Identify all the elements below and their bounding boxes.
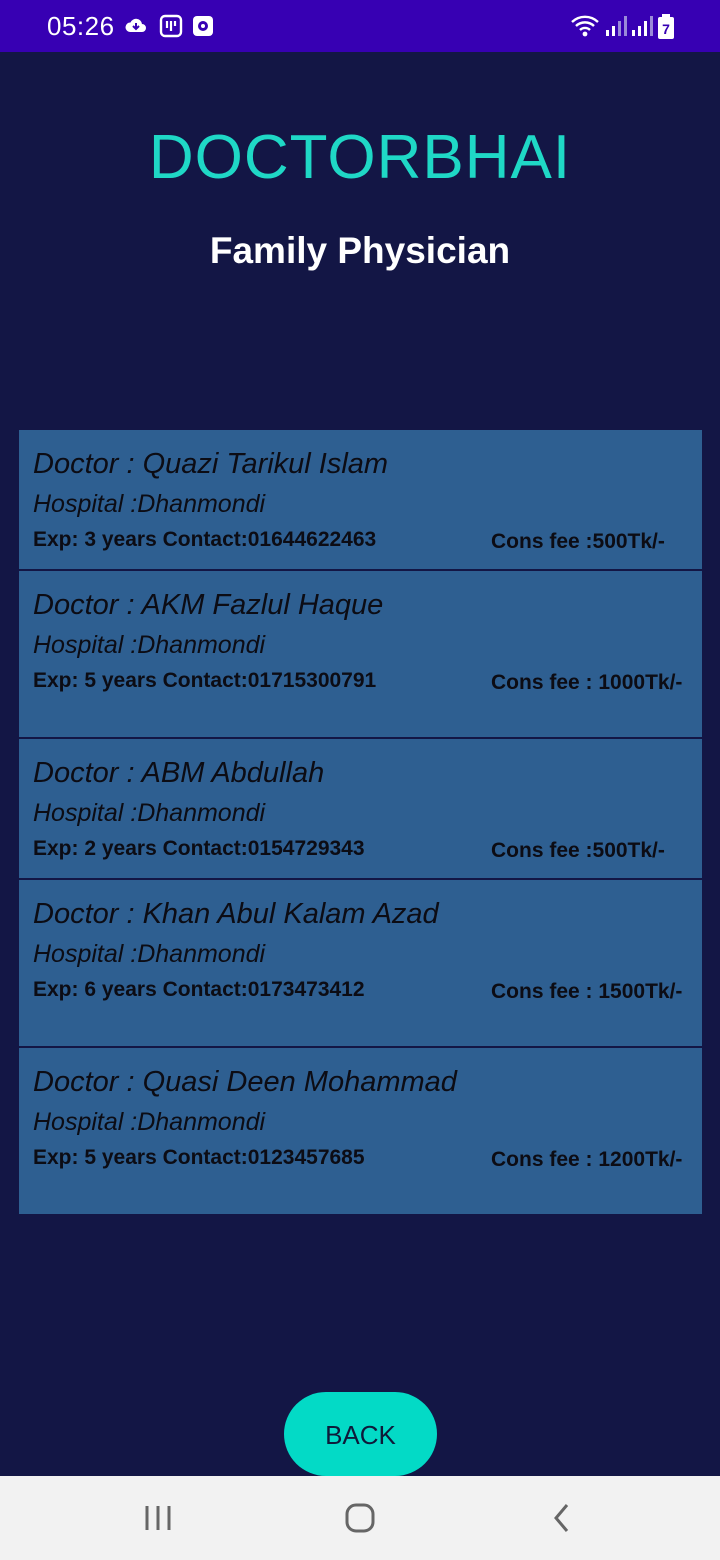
home-button[interactable]	[300, 1476, 420, 1560]
home-icon	[345, 1503, 375, 1533]
consultation-fee: Cons fee : 1000Tk/-	[491, 671, 683, 694]
back-button[interactable]: BACK	[284, 1392, 437, 1476]
battery-level: 7	[662, 21, 670, 37]
hospital-label: Hospital :Dhanmondi	[33, 940, 266, 968]
navigation-bar	[0, 1476, 720, 1560]
doctor-name: Doctor : Khan Abul Kalam Azad	[33, 898, 439, 930]
hospital-label: Hospital :Dhanmondi	[33, 799, 266, 827]
recent-apps-icon	[145, 1506, 171, 1530]
consultation-fee: Cons fee : 1200Tk/-	[491, 1148, 683, 1171]
experience-contact: Exp: 5 years Contact:01715300791	[33, 669, 377, 692]
doctor-card[interactable]: Doctor : Quazi Tarikul Islam Hospital :D…	[19, 430, 702, 571]
wifi-icon	[570, 14, 600, 43]
system-back-button[interactable]	[502, 1476, 622, 1560]
experience-contact: Exp: 6 years Contact:0173473412	[33, 978, 365, 1001]
signal-icon	[604, 14, 628, 43]
recent-apps-button[interactable]	[98, 1476, 218, 1560]
hospital-label: Hospital :Dhanmondi	[33, 1108, 266, 1136]
hospital-label: Hospital :Dhanmondi	[33, 631, 266, 659]
doctor-name: Doctor : Quasi Deen Mohammad	[33, 1066, 457, 1098]
status-bar: 05:26 7	[0, 0, 720, 52]
experience-contact: Exp: 2 years Contact:0154729343	[33, 837, 365, 860]
page-title: Family Physician	[209, 230, 511, 271]
doctor-name: Doctor : ABM Abdullah	[33, 757, 325, 789]
doctor-card[interactable]: Doctor : Quasi Deen Mohammad Hospital :D…	[19, 1048, 702, 1214]
app-badge-icon	[159, 14, 183, 43]
app-title: DOCTORBHAI	[148, 123, 572, 192]
experience-contact: Exp: 5 years Contact:0123457685	[33, 1146, 365, 1169]
doctor-list: Doctor : Quazi Tarikul Islam Hospital :D…	[19, 430, 702, 1214]
status-time: 05:26	[47, 11, 115, 41]
doctor-name: Doctor : Quazi Tarikul Islam	[33, 448, 389, 480]
doctor-card[interactable]: Doctor : AKM Fazlul Haque Hospital :Dhan…	[19, 571, 702, 739]
screen-record-icon	[191, 14, 215, 43]
battery-icon: 7	[657, 14, 675, 45]
doctor-card[interactable]: Doctor : Khan Abul Kalam Azad Hospital :…	[19, 880, 702, 1048]
consultation-fee: Cons fee : 1500Tk/-	[491, 980, 683, 1003]
cloud-icon	[124, 14, 148, 43]
signal-icon-2	[630, 14, 654, 43]
doctor-name: Doctor : AKM Fazlul Haque	[33, 589, 384, 621]
experience-contact: Exp: 3 years Contact:01644622463	[33, 528, 377, 551]
back-arrow-icon	[554, 1504, 569, 1532]
doctor-card[interactable]: Doctor : ABM Abdullah Hospital :Dhanmond…	[19, 739, 702, 880]
consultation-fee: Cons fee :500Tk/-	[491, 839, 665, 862]
consultation-fee: Cons fee :500Tk/-	[491, 530, 665, 553]
hospital-label: Hospital :Dhanmondi	[33, 490, 266, 518]
